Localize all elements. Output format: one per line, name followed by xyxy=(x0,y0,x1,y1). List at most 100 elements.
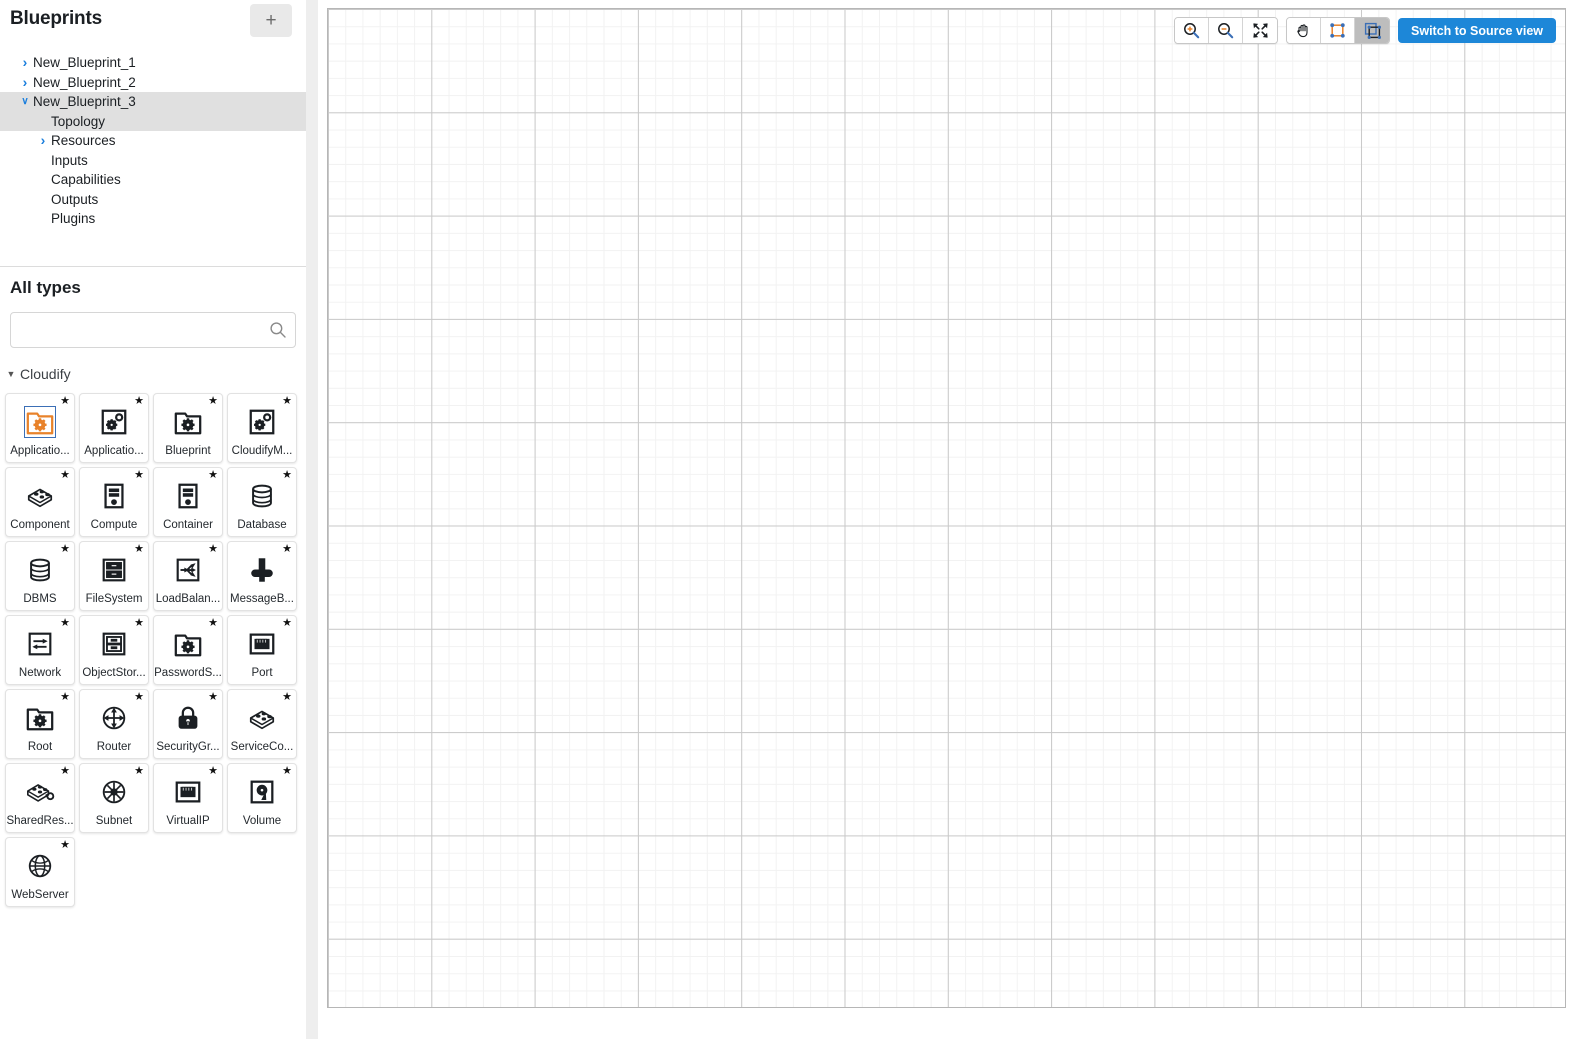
volume-icon xyxy=(250,780,274,804)
magnifier-plus-icon xyxy=(1184,23,1200,39)
type-tile-port[interactable]: ★ Port xyxy=(227,615,297,685)
chevron-right-icon[interactable]: › xyxy=(36,131,50,151)
type-tile-filesystem[interactable]: ★ FileSystem xyxy=(79,541,149,611)
tree-item-resources[interactable]: › Resources xyxy=(0,131,306,151)
type-tile-passwords[interactable]: ★ PasswordS... xyxy=(153,615,223,685)
favorite-star-icon[interactable]: ★ xyxy=(282,618,292,629)
type-tile-router[interactable]: ★ Router xyxy=(79,689,149,759)
type-tile-network[interactable]: ★ Network xyxy=(5,615,75,685)
favorite-star-icon[interactable]: ★ xyxy=(134,766,144,777)
subnet-icon xyxy=(102,780,126,804)
tree-item-label: New_Blueprint_3 xyxy=(33,94,136,109)
favorite-star-icon[interactable]: ★ xyxy=(208,396,218,407)
tree-item-inputs[interactable]: Inputs xyxy=(0,151,306,171)
objectstorage-icon xyxy=(102,632,126,656)
port-icon xyxy=(175,781,201,803)
tree-item-label: Topology xyxy=(51,113,106,129)
type-tile-sharedres[interactable]: ★ SharedRes... xyxy=(5,763,75,833)
page-title: Blueprints xyxy=(10,8,102,29)
favorite-star-icon[interactable]: ★ xyxy=(282,544,292,555)
zoom-in-button[interactable] xyxy=(1175,18,1210,43)
favorite-star-icon[interactable]: ★ xyxy=(134,692,144,703)
type-tile-subnet[interactable]: ★ Subnet xyxy=(79,763,149,833)
type-tile-label: Router xyxy=(96,741,132,753)
type-tile-applicatio[interactable]: ★ Applicatio... xyxy=(79,393,149,463)
chevron-right-icon[interactable]: › xyxy=(18,53,32,73)
type-tile-loadbalan[interactable]: ★ LoadBalan... xyxy=(153,541,223,611)
add-blueprint-button[interactable]: + xyxy=(250,4,292,37)
switch-to-source-view-button[interactable]: Switch to Source view xyxy=(1398,18,1556,43)
tree-item-new_blueprint_3[interactable]: ∨ New_Blueprint_3 xyxy=(0,92,306,112)
zoom-out-button[interactable] xyxy=(1209,18,1244,43)
type-tile-dbms[interactable]: ★ DBMS xyxy=(5,541,75,611)
blueprints-header: Blueprints + xyxy=(0,0,306,47)
type-tile-blueprint[interactable]: ★ Blueprint xyxy=(153,393,223,463)
favorite-star-icon[interactable]: ★ xyxy=(60,766,70,777)
chevron-right-icon[interactable]: › xyxy=(18,73,32,93)
favorite-star-icon[interactable]: ★ xyxy=(60,470,70,481)
tree-item-new_blueprint_1[interactable]: › New_Blueprint_1 xyxy=(0,53,306,73)
type-tile-cloudifym[interactable]: ★ CloudifyM... xyxy=(227,393,297,463)
search-input[interactable] xyxy=(10,312,296,348)
tree-item-capabilities[interactable]: Capabilities xyxy=(0,170,306,190)
tree-item-label: Capabilities xyxy=(51,172,121,187)
type-tile-label: VirtualIP xyxy=(166,815,210,827)
port-icon xyxy=(249,633,275,655)
type-tile-component[interactable]: ★ Component xyxy=(5,467,75,537)
type-tile-applicatio[interactable]: ★ Applicatio... xyxy=(5,393,75,463)
type-tile-label: Volume xyxy=(242,815,282,827)
type-tile-root[interactable]: ★ Root xyxy=(5,689,75,759)
topology-canvas[interactable]: Switch to Source view xyxy=(327,8,1566,1008)
tree-item-outputs[interactable]: Outputs xyxy=(0,190,306,210)
magnifier-minus-icon xyxy=(1218,23,1234,39)
fit-to-screen-button[interactable] xyxy=(1243,18,1278,43)
database-icon xyxy=(30,558,50,582)
favorite-star-icon[interactable]: ★ xyxy=(282,396,292,407)
favorite-star-icon[interactable]: ★ xyxy=(282,766,292,777)
type-tile-compute[interactable]: ★ Compute xyxy=(79,467,149,537)
sidebar-scrollbar[interactable] xyxy=(306,0,318,1039)
type-tile-label: Subnet xyxy=(95,815,133,827)
favorite-star-icon[interactable]: ★ xyxy=(282,692,292,703)
type-tile-virtualip[interactable]: ★ VirtualIP xyxy=(153,763,223,833)
favorite-star-icon[interactable]: ★ xyxy=(60,692,70,703)
select-tool-button[interactable] xyxy=(1321,18,1356,43)
favorite-star-icon[interactable]: ★ xyxy=(60,840,70,851)
globe-icon xyxy=(28,854,52,878)
favorite-star-icon[interactable]: ★ xyxy=(208,618,218,629)
sidebar-canvas-divider xyxy=(318,0,319,1039)
favorite-star-icon[interactable]: ★ xyxy=(134,396,144,407)
type-palette: ★ Applicatio... ★ Applicatio... ★ Blueprint ★ C… xyxy=(5,393,305,911)
folder-gear-icon xyxy=(174,634,202,657)
favorite-star-icon[interactable]: ★ xyxy=(134,544,144,555)
network-arrows-icon xyxy=(28,632,52,656)
type-tile-container[interactable]: ★ Container xyxy=(153,467,223,537)
type-tile-label: Port xyxy=(251,667,273,679)
pan-tool-button[interactable] xyxy=(1287,18,1322,43)
type-tile-volume[interactable]: ★ Volume xyxy=(227,763,297,833)
type-tile-objectstor[interactable]: ★ ObjectStor... xyxy=(79,615,149,685)
favorite-star-icon[interactable]: ★ xyxy=(60,618,70,629)
chevron-down-icon[interactable]: ∨ xyxy=(18,92,32,112)
favorite-star-icon[interactable]: ★ xyxy=(282,470,292,481)
favorite-star-icon[interactable]: ★ xyxy=(60,396,70,407)
favorite-star-icon[interactable]: ★ xyxy=(208,766,218,777)
folder-gear-icon xyxy=(24,406,56,438)
type-tile-webserver[interactable]: ★ WebServer xyxy=(5,837,75,907)
favorite-star-icon[interactable]: ★ xyxy=(208,544,218,555)
type-tile-messageb[interactable]: ★ MessageB... xyxy=(227,541,297,611)
favorite-star-icon[interactable]: ★ xyxy=(60,544,70,555)
tree-item-topology[interactable]: Topology xyxy=(0,111,306,131)
favorite-star-icon[interactable]: ★ xyxy=(208,692,218,703)
group-tool-button[interactable] xyxy=(1355,18,1390,43)
type-tile-securitygr[interactable]: ★ SecurityGr... xyxy=(153,689,223,759)
tree-item-plugins[interactable]: Plugins xyxy=(0,209,306,229)
type-tile-database[interactable]: ★ Database xyxy=(227,467,297,537)
favorite-star-icon[interactable]: ★ xyxy=(208,470,218,481)
type-tile-label: SecurityGr... xyxy=(156,741,220,753)
favorite-star-icon[interactable]: ★ xyxy=(134,618,144,629)
favorite-star-icon[interactable]: ★ xyxy=(134,470,144,481)
group-header-cloudify[interactable]: ▼ Cloudify xyxy=(4,366,306,382)
type-tile-serviceco[interactable]: ★ ServiceCo... xyxy=(227,689,297,759)
tree-item-new_blueprint_2[interactable]: › New_Blueprint_2 xyxy=(0,73,306,93)
